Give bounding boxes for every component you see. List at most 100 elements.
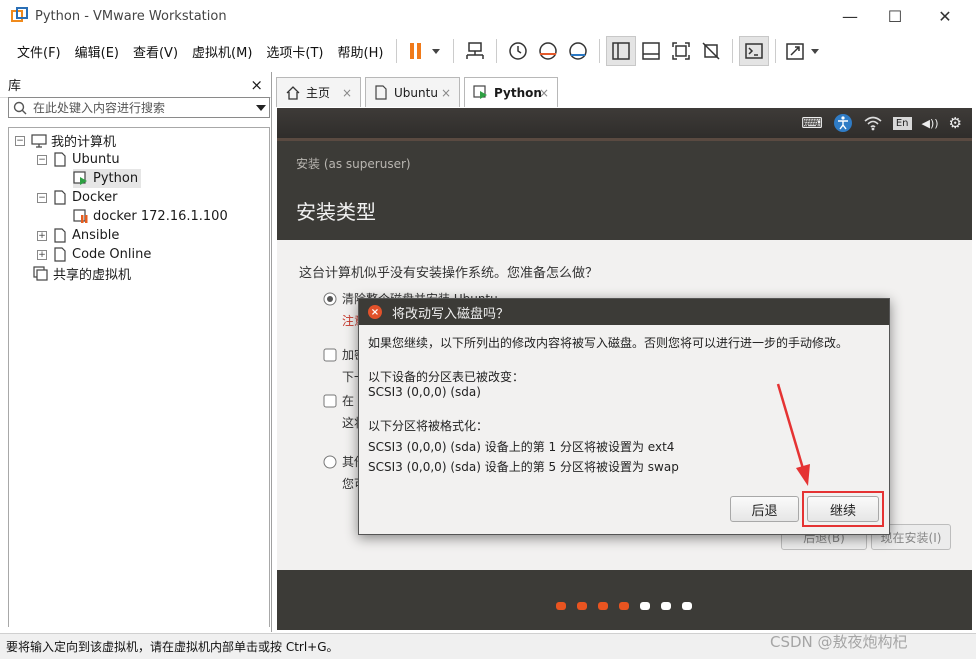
computer-icon [31, 133, 47, 148]
pause-icon [410, 43, 441, 59]
watermark: CSDN @敖夜炮构杞 [770, 633, 908, 651]
tree-item-code-online[interactable]: + Code Online [37, 245, 151, 264]
radio-selected-icon [323, 292, 337, 305]
menu-vm[interactable]: 虚拟机(M) [185, 42, 259, 61]
progress-dot-done [598, 602, 608, 610]
minimize-button[interactable]: — [826, 0, 874, 32]
vm-icon [375, 85, 387, 100]
installer-header: 安装 (as superuser) 安装类型 [277, 138, 972, 240]
radio-unselected-icon [323, 455, 337, 468]
library-header: 库 × [0, 72, 271, 98]
menu-view[interactable]: 查看(V) [126, 42, 185, 61]
stretch-icon [786, 43, 820, 60]
tree-item-ansible[interactable]: + Ansible [37, 226, 119, 245]
library-tree: − 我的计算机 − Ubuntu Python − Docker docker … [8, 127, 270, 627]
accessibility-icon[interactable] [833, 113, 853, 133]
tab-python[interactable]: Python × [464, 77, 558, 107]
tab-home[interactable]: 主页 × [276, 77, 361, 107]
volume-icon[interactable]: ◀)) [922, 117, 939, 130]
toolbar-separator [732, 39, 734, 63]
fullscreen-icon [672, 42, 691, 60]
window-title: Python - VMware Workstation [35, 8, 227, 24]
installer-title: 安装类型 [296, 200, 376, 224]
maximize-button[interactable]: ☐ [871, 0, 919, 32]
progress-dot-pending [682, 602, 692, 610]
tab-ubuntu[interactable]: Ubuntu × [365, 77, 460, 107]
menu-file[interactable]: 文件(F) [10, 42, 68, 61]
menu-tabs[interactable]: 选项卡(T) [259, 42, 330, 61]
thumbnail-bar-button[interactable] [636, 36, 666, 66]
tree-item-label: Ubuntu [72, 152, 120, 167]
tab-label: 主页 [306, 86, 331, 100]
tab-close-icon[interactable]: × [441, 86, 451, 100]
tree-item-docker[interactable]: − Docker [37, 188, 118, 207]
library-close-button[interactable]: × [250, 76, 263, 94]
highlight-box [802, 491, 884, 527]
revert-snapshot-button[interactable] [533, 36, 563, 66]
running-vm-icon [473, 85, 487, 99]
tree-item-label: Docker [72, 190, 118, 205]
collapse-toggle[interactable]: − [15, 135, 25, 146]
expand-toggle[interactable]: + [37, 249, 47, 260]
tree-item-label: docker 172.16.1.100 [93, 209, 228, 224]
dropdown-arrow-icon[interactable] [253, 101, 269, 115]
menu-edit[interactable]: 编辑(E) [68, 42, 126, 61]
snapshot-button[interactable] [503, 36, 533, 66]
language-indicator[interactable]: En [892, 116, 912, 130]
dialog-back-button[interactable]: 后退 [730, 496, 799, 522]
show-library-button[interactable] [606, 36, 637, 66]
menu-help[interactable]: 帮助(H) [331, 42, 391, 61]
tree-item-my-computer[interactable]: − 我的计算机 [15, 131, 116, 150]
tab-label: Python [494, 85, 542, 100]
collapse-toggle[interactable]: − [37, 154, 47, 165]
folder-icon [54, 247, 66, 262]
collapse-toggle[interactable]: − [37, 192, 47, 203]
toolbar-separator [599, 39, 601, 63]
thumbnail-icon [642, 42, 661, 60]
toolbar-separator [396, 39, 398, 63]
dialog-titlebar: × 将改动写入磁盘吗？ [359, 299, 889, 325]
tree-item-ubuntu[interactable]: − Ubuntu [37, 150, 120, 169]
wifi-icon[interactable] [863, 115, 883, 131]
dialog-close-button[interactable]: × [368, 305, 382, 319]
format-line: SCSI3 (0,0,0) (sda) 设备上的第 5 分区将被设置为 swap [368, 460, 679, 474]
installer-subtitle: 安装 (as superuser) [296, 157, 411, 171]
tree-item-python[interactable]: Python [73, 169, 142, 188]
console-view-button[interactable] [739, 36, 770, 66]
tab-bar: 主页 × Ubuntu × Python × [276, 77, 976, 107]
revert-snapshot-icon [539, 42, 558, 60]
keyboard-icon[interactable]: ⌨ [801, 114, 823, 132]
progress-dot-pending [661, 602, 671, 610]
partition-header: 以下设备的分区表已被改变： [368, 370, 525, 384]
checkbox-icon [323, 348, 337, 361]
shared-vm-icon [33, 266, 48, 281]
progress-dot-done [619, 602, 629, 610]
search-icon [13, 101, 27, 114]
progress-dot-done [577, 602, 587, 610]
gear-icon[interactable]: ⚙ [949, 114, 962, 132]
progress-dot-pending [640, 602, 650, 610]
paused-vm-icon [73, 209, 88, 223]
expand-toggle[interactable]: + [37, 230, 47, 241]
library-title: 库 [8, 79, 22, 94]
tree-item-label: 我的计算机 [51, 135, 117, 150]
tab-close-icon[interactable]: × [539, 86, 549, 100]
snapshot-manager-icon [569, 42, 588, 60]
vmware-logo-icon [11, 7, 29, 25]
close-window-button[interactable]: ✕ [921, 0, 969, 32]
dialog-message: 如果您继续，以下所列出的修改内容将被写入磁盘。否则您将可以进行进一步的手动修改。 [368, 336, 849, 350]
library-panel: 库 × 在此处键入内容进行搜索 − 我的计算机 − Ubuntu Python [0, 72, 272, 632]
fullscreen-button[interactable] [666, 36, 696, 66]
stretch-dropdown-button[interactable] [782, 36, 826, 66]
library-search-input[interactable]: 在此处键入内容进行搜索 [8, 97, 270, 118]
format-header: 以下分区将被格式化： [368, 419, 489, 433]
tree-item-label: Ansible [72, 228, 120, 243]
snapshot-manager-button[interactable] [563, 36, 593, 66]
tab-close-icon[interactable]: × [342, 86, 352, 100]
send-ctrl-alt-del-button[interactable] [460, 36, 490, 66]
tree-item-docker-vm[interactable]: docker 172.16.1.100 [73, 207, 228, 226]
pause-dropdown-button[interactable] [403, 36, 447, 66]
unity-mode-button[interactable] [696, 36, 726, 66]
running-vm-icon [73, 171, 87, 185]
tree-item-shared-vms[interactable]: 共享的虚拟机 [33, 264, 131, 283]
